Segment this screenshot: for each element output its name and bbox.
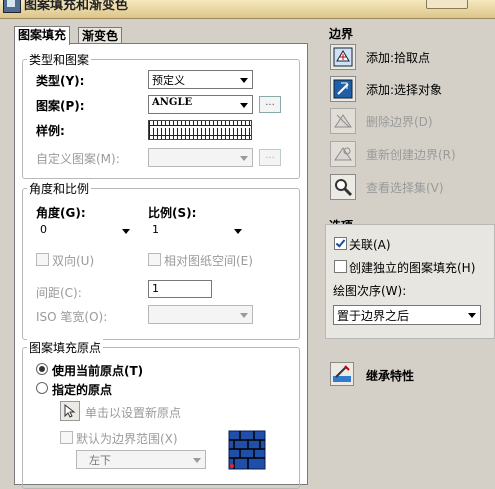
pattern-browse-button[interactable]: ... <box>259 96 281 113</box>
pattern-select[interactable]: ANGLE <box>148 95 253 114</box>
recreate-boundary-label: 重新创建边界(R) <box>366 148 456 162</box>
chevron-down-icon <box>240 78 248 83</box>
independent-hatch-label: 创建独立的图案填充(H) <box>349 261 476 275</box>
add-select-objects-button[interactable] <box>330 76 356 102</box>
remove-boundaries-label: 删除边界(D) <box>366 115 433 129</box>
specified-origin-label: 指定的原点 <box>52 383 113 397</box>
type-value: 预定义 <box>152 74 185 87</box>
view-selections-button[interactable] <box>330 174 356 200</box>
brush-icon <box>333 365 351 382</box>
scale-label: 比例(S): <box>148 206 197 220</box>
recreate-boundary-button[interactable] <box>330 141 356 167</box>
custom-pattern-browse-button[interactable]: ... <box>259 149 281 166</box>
close-button[interactable] <box>426 0 468 9</box>
window-title: 图案填充和渐变色 <box>24 0 129 13</box>
angle-label: 角度(G): <box>36 206 86 220</box>
origin-position-select[interactable]: 左下 <box>76 450 206 469</box>
add-select-objects-label: 添加:选择对象 <box>366 83 443 97</box>
pattern-label: 图案(P): <box>36 99 85 113</box>
associative-label: 关联(A) <box>349 238 391 252</box>
draw-order-value: 置于边界之后 <box>337 309 410 323</box>
iso-pen-label: ISO 笔宽(O): <box>36 310 108 324</box>
draw-order-label: 绘图次序(W): <box>333 284 407 298</box>
add-pick-points-label: 添加:拾取点 <box>366 51 431 65</box>
pattern-sample-swatch[interactable] <box>148 120 252 140</box>
set-origin-button[interactable] <box>60 401 80 421</box>
default-extents-label: 默认为边界范围(X) <box>76 432 178 446</box>
iso-pen-select[interactable] <box>148 305 253 324</box>
scale-select[interactable]: 1 <box>148 221 247 240</box>
set-origin-label: 单击以设置新原点 <box>85 406 182 420</box>
chevron-down-icon <box>240 156 248 161</box>
app-icon <box>3 0 21 13</box>
view-selections-label: 查看选择集(V) <box>366 181 444 195</box>
chevron-down-icon <box>240 313 248 318</box>
use-current-origin-label: 使用当前原点(T) <box>52 364 144 378</box>
chevron-down-icon <box>193 458 201 463</box>
angle-value: 0 <box>40 223 47 236</box>
independent-hatch-checkbox[interactable] <box>334 260 347 273</box>
specified-origin-radio[interactable] <box>36 382 48 394</box>
magnifier-icon <box>335 179 353 197</box>
select-objects-icon <box>333 79 353 99</box>
add-pick-points-button[interactable] <box>330 44 356 70</box>
brick-preview-icon <box>228 430 266 470</box>
scale-value: 1 <box>152 223 159 236</box>
inherit-properties-label: 继承特性 <box>366 369 415 383</box>
spacing-input[interactable]: 1 <box>148 280 212 298</box>
remove-boundaries-button[interactable] <box>330 108 356 134</box>
sample-label: 样例: <box>36 124 65 138</box>
remove-boundary-icon <box>334 114 352 128</box>
chevron-down-icon <box>240 103 248 108</box>
spacing-value: 1 <box>152 282 159 295</box>
type-label: 类型(Y): <box>36 74 85 88</box>
tab-hatch[interactable]: 图案填充 <box>14 26 71 45</box>
draw-order-select[interactable]: 置于边界之后 <box>333 305 481 325</box>
angle-scale-legend: 角度和比例 <box>27 180 92 197</box>
chevron-down-icon <box>234 229 242 234</box>
origin-legend: 图案填充原点 <box>27 339 104 356</box>
double-label: 双向(U) <box>52 254 95 268</box>
cursor-icon <box>64 403 76 418</box>
custom-pattern-label: 自定义图案(M): <box>36 152 120 166</box>
chevron-down-icon <box>468 313 476 318</box>
chevron-down-icon <box>122 229 130 234</box>
recreate-boundary-icon <box>334 147 352 161</box>
double-checkbox[interactable] <box>36 253 49 266</box>
inherit-properties-button[interactable] <box>330 362 354 386</box>
default-extents-checkbox[interactable] <box>60 431 73 444</box>
title-bar: 图案填充和渐变色 <box>0 0 495 19</box>
hatch-panel: 类型和图案 类型(Y): 预定义 图案(P): ANGLE ... 样例: 自定… <box>14 43 308 489</box>
type-select[interactable]: 预定义 <box>148 70 253 89</box>
boundary-heading: 边界 <box>329 27 354 41</box>
angle-select[interactable]: 0 <box>36 221 135 240</box>
pattern-value: ANGLE <box>152 97 193 108</box>
custom-pattern-select[interactable] <box>148 148 253 167</box>
pick-point-icon <box>333 47 353 67</box>
origin-position-value: 左下 <box>89 454 111 467</box>
type-pattern-legend: 类型和图案 <box>27 51 92 68</box>
relative-paper-checkbox[interactable] <box>148 253 161 266</box>
relative-paper-label: 相对图纸空间(E) <box>164 254 253 268</box>
associative-checkbox[interactable] <box>334 237 347 250</box>
use-current-origin-radio[interactable] <box>36 363 48 375</box>
spacing-label: 间距(C): <box>36 286 82 300</box>
